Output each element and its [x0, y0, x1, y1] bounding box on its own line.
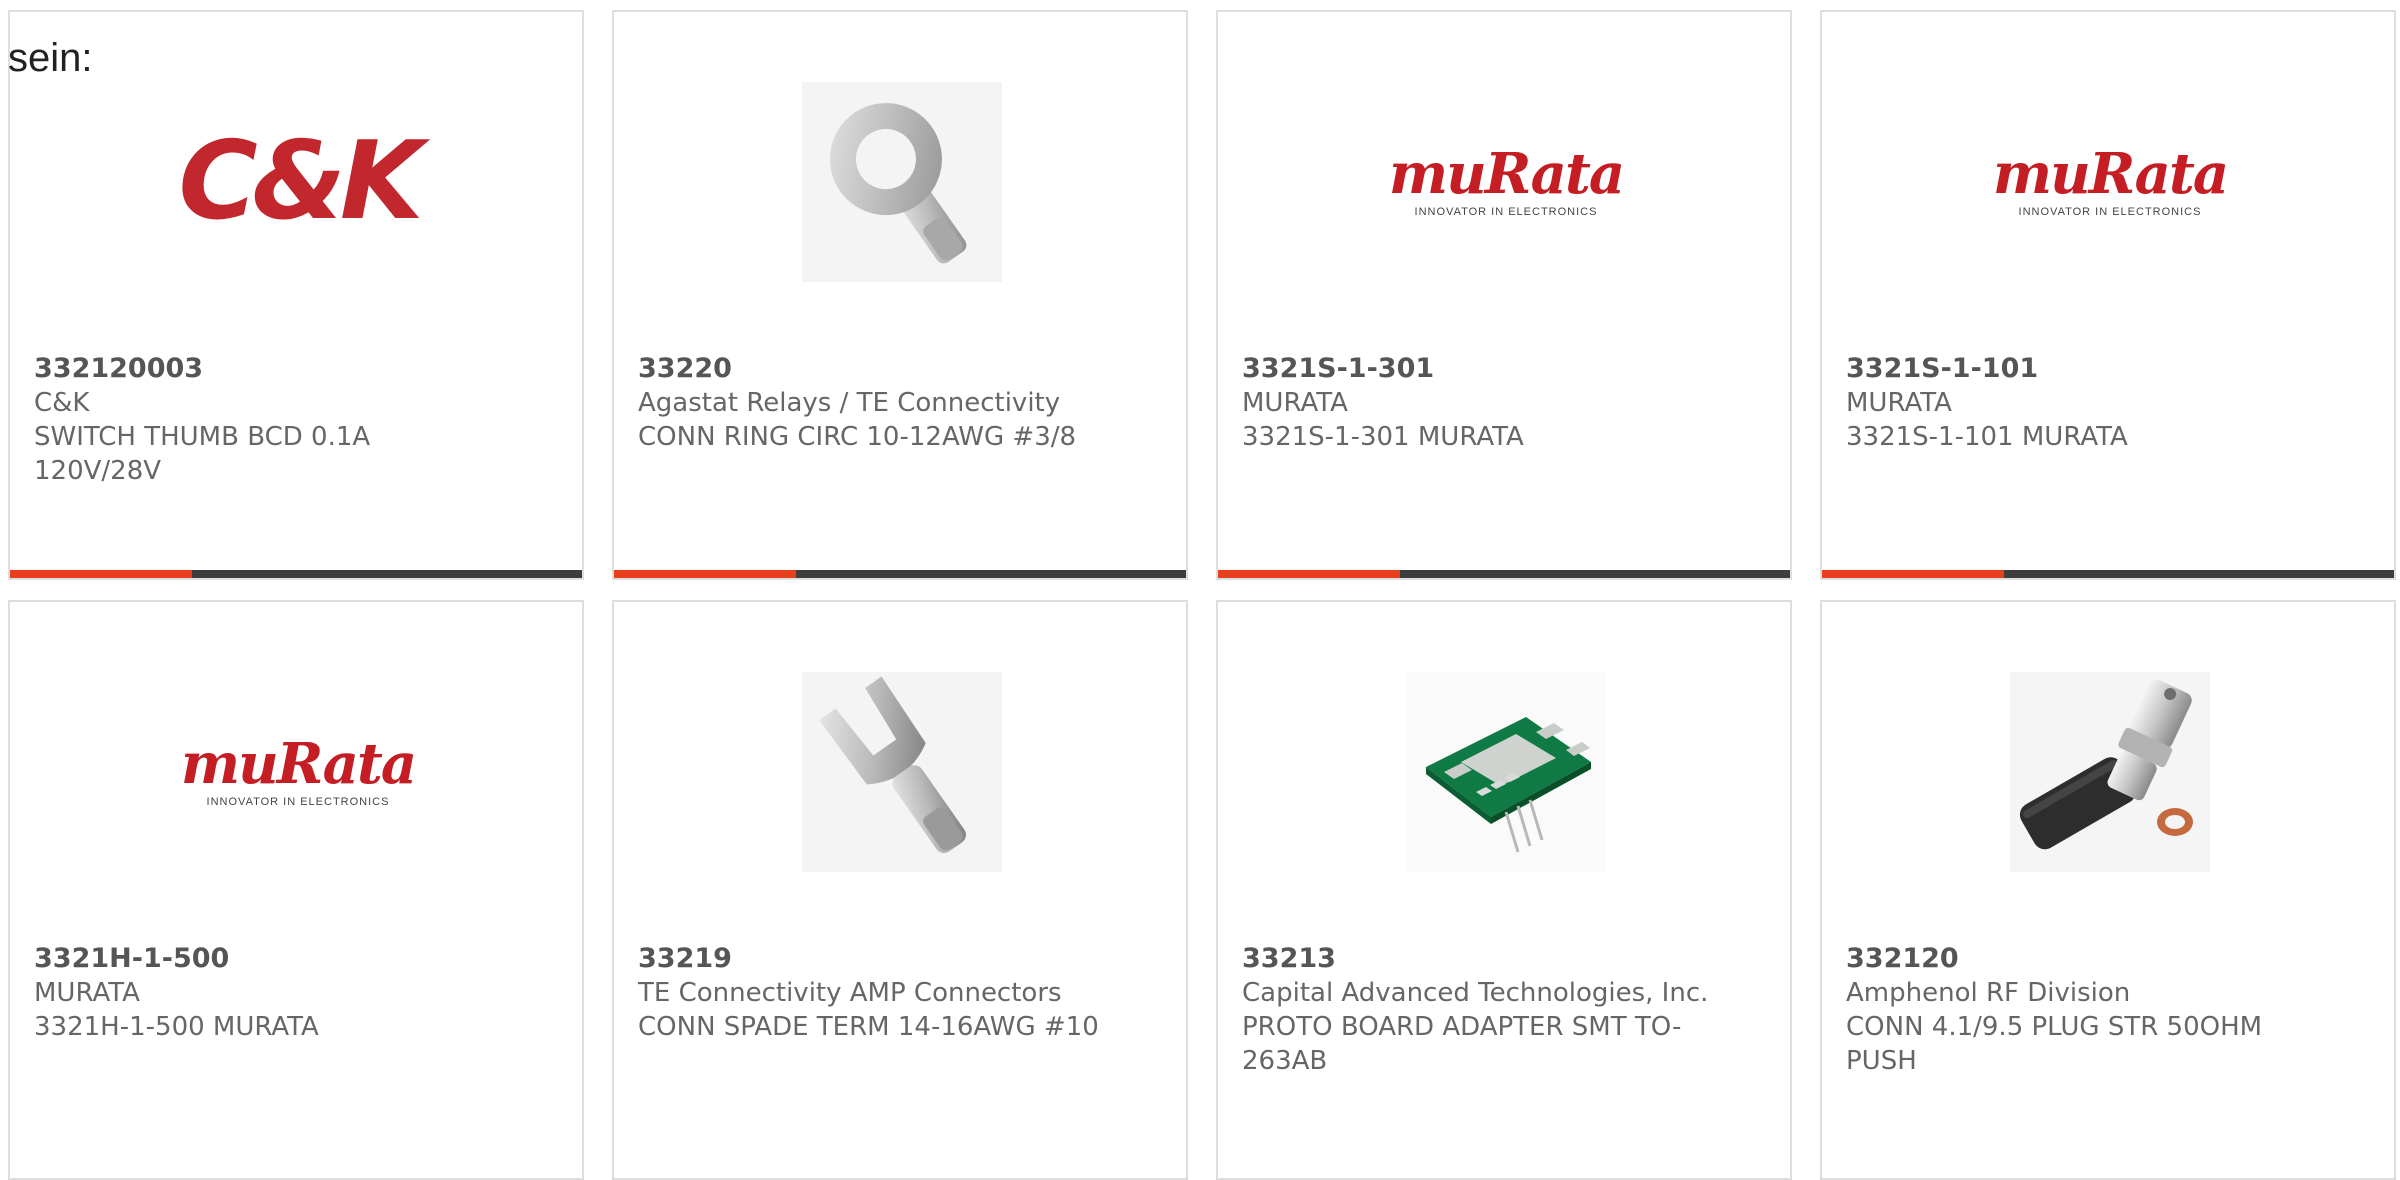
- manufacturer: C&K: [34, 388, 90, 418]
- description: 3321S-1-301 MURATA: [1242, 422, 1524, 452]
- rf-connector-icon: [2010, 672, 2210, 872]
- product-card[interactable]: 33219 TE Connectivity AMP Connectors CON…: [612, 600, 1188, 1180]
- description: PROTO BOARD ADAPTER SMT TO-263AB: [1242, 1012, 1682, 1076]
- part-number[interactable]: 33220: [638, 352, 1108, 386]
- murata-tagline: INNOVATOR IN ELECTRONICS: [2018, 206, 2202, 218]
- product-info: 3321S-1-301 MURATA 3321S-1-301 MURATA: [1242, 352, 1712, 454]
- pcb-adapter-icon: [1406, 672, 1606, 872]
- card-accent-bar: [1822, 570, 2394, 578]
- card-accent-bar: [614, 570, 1186, 578]
- murata-logo-image: muRata INNOVATOR IN ELECTRONICS: [1993, 82, 2229, 282]
- manufacturer: MURATA: [34, 978, 140, 1008]
- murata-logo: muRata INNOVATOR IN ELECTRONICS: [1992, 141, 2229, 218]
- murata-logo: muRata INNOVATOR IN ELECTRONICS: [1388, 141, 1625, 218]
- rf-connector-photo: [2010, 672, 2210, 872]
- card-accent-bar: [1218, 570, 1790, 578]
- product-card[interactable]: muRata INNOVATOR IN ELECTRONICS 3321S-1-…: [1216, 10, 1792, 580]
- product-info: 33220 Agastat Relays / TE Connectivity C…: [638, 352, 1108, 454]
- product-info: 3321S-1-101 MURATA 3321S-1-101 MURATA: [1846, 352, 2316, 454]
- product-card[interactable]: muRata INNOVATOR IN ELECTRONICS 3321S-1-…: [1820, 10, 2396, 580]
- description: CONN RING CIRC 10-12AWG #3/8: [638, 422, 1077, 452]
- murata-wordmark: muRata: [1992, 141, 2229, 207]
- ck-logo: C&K: [178, 119, 423, 244]
- manufacturer: TE Connectivity AMP Connectors: [638, 978, 1062, 1008]
- part-number[interactable]: 332120: [1846, 942, 2316, 976]
- description: 3321S-1-101 MURATA: [1846, 422, 2128, 452]
- lead-text: sein:: [8, 36, 93, 80]
- part-number[interactable]: 3321S-1-301: [1242, 352, 1712, 386]
- murata-wordmark: muRata: [1388, 141, 1625, 207]
- product-card[interactable]: C&K 332120003 C&K SWITCH THUMB BCD 0.1A …: [8, 10, 584, 580]
- murata-logo-image: muRata INNOVATOR IN ELECTRONICS: [181, 672, 417, 872]
- part-number[interactable]: 33213: [1242, 942, 1712, 976]
- ring-terminal-photo: [802, 82, 1002, 282]
- card-accent-bar: [10, 570, 582, 578]
- manufacturer: MURATA: [1242, 388, 1348, 418]
- part-number[interactable]: 3321S-1-101: [1846, 352, 2316, 386]
- part-number[interactable]: 332120003: [34, 352, 504, 386]
- product-info: 332120 Amphenol RF Division CONN 4.1/9.5…: [1846, 942, 2316, 1078]
- part-number[interactable]: 33219: [638, 942, 1108, 976]
- murata-tagline: INNOVATOR IN ELECTRONICS: [1414, 206, 1598, 218]
- ck-logo-image: C&K: [178, 82, 423, 282]
- description: CONN SPADE TERM 14-16AWG #10: [638, 1012, 1099, 1042]
- product-info: 332120003 C&K SWITCH THUMB BCD 0.1A 120V…: [34, 352, 504, 488]
- murata-logo-image: muRata INNOVATOR IN ELECTRONICS: [1389, 82, 1625, 282]
- description: 3321H-1-500 MURATA: [34, 1012, 319, 1042]
- spade-terminal-photo: [802, 672, 1002, 872]
- pcb-adapter-photo: [1406, 672, 1606, 872]
- manufacturer: Amphenol RF Division: [1846, 978, 2131, 1008]
- manufacturer: Agastat Relays / TE Connectivity: [638, 388, 1061, 418]
- product-card[interactable]: 33220 Agastat Relays / TE Connectivity C…: [612, 10, 1188, 580]
- product-info: 3321H-1-500 MURATA 3321H-1-500 MURATA: [34, 942, 504, 1044]
- product-card[interactable]: 332120 Amphenol RF Division CONN 4.1/9.5…: [1820, 600, 2396, 1180]
- spade-terminal-icon: [802, 672, 1002, 872]
- product-info: 33219 TE Connectivity AMP Connectors CON…: [638, 942, 1108, 1044]
- murata-logo: muRata INNOVATOR IN ELECTRONICS: [180, 731, 417, 808]
- product-card[interactable]: muRata INNOVATOR IN ELECTRONICS 3321H-1-…: [8, 600, 584, 1180]
- product-info: 33213 Capital Advanced Technologies, Inc…: [1242, 942, 1712, 1078]
- murata-tagline: INNOVATOR IN ELECTRONICS: [206, 796, 390, 808]
- murata-wordmark: muRata: [180, 731, 417, 797]
- part-number[interactable]: 3321H-1-500: [34, 942, 504, 976]
- product-card[interactable]: 33213 Capital Advanced Technologies, Inc…: [1216, 600, 1792, 1180]
- description: SWITCH THUMB BCD 0.1A 120V/28V: [34, 422, 371, 486]
- manufacturer: Capital Advanced Technologies, Inc.: [1242, 978, 1709, 1008]
- ring-terminal-icon: [802, 82, 1002, 282]
- manufacturer: MURATA: [1846, 388, 1952, 418]
- description: CONN 4.1/9.5 PLUG STR 50OHM PUSH: [1846, 1012, 2263, 1076]
- product-grid: C&K 332120003 C&K SWITCH THUMB BCD 0.1A …: [0, 0, 2400, 1180]
